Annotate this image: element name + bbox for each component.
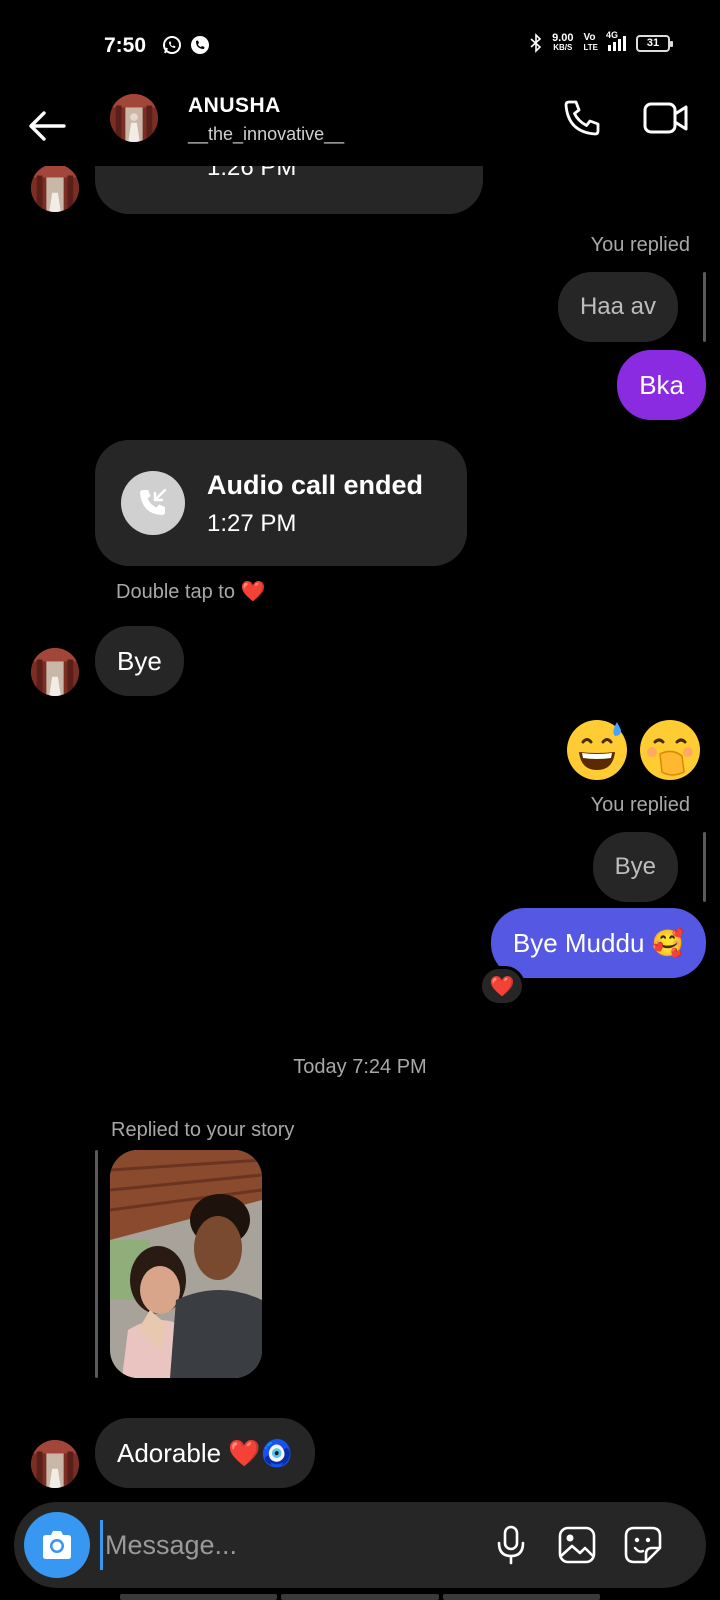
call-log-card[interactable]: 1:26 PM <box>95 166 483 214</box>
navigation-indicator <box>120 1594 600 1600</box>
call-notification-icon <box>191 36 209 54</box>
network-speed: 9.00 KB/S <box>552 32 574 53</box>
quoted-message[interactable]: Haa av <box>557 272 678 342</box>
heart-reaction[interactable]: ❤️ <box>479 966 525 1006</box>
sent-message[interactable]: Bye Muddu 🥰 <box>490 908 706 978</box>
call-title: Audio call ended <box>207 470 424 500</box>
volte-indicator: Vo LTE <box>583 32 598 53</box>
quote-bar <box>703 832 706 902</box>
back-arrow-icon[interactable] <box>26 104 70 148</box>
audio-call-icon[interactable] <box>560 96 604 140</box>
contact-name[interactable]: ANUSHA <box>188 94 281 118</box>
reply-label: You replied <box>590 234 690 256</box>
camera-icon <box>43 1531 71 1559</box>
sent-message[interactable]: Bka <box>617 350 706 420</box>
camera-button[interactable] <box>24 1512 90 1578</box>
status-time: 7:50 <box>104 34 147 57</box>
message-input[interactable] <box>100 1520 480 1570</box>
sticker-icon <box>624 1526 662 1564</box>
image-icon <box>558 1526 596 1564</box>
received-message[interactable]: Adorable ❤️🧿 <box>95 1418 316 1488</box>
timestamp-divider: Today 7:24 PM <box>293 1056 427 1078</box>
quote-bar <box>703 272 706 342</box>
chat-header: ANUSHA __the_innovative__ <box>0 90 720 166</box>
reply-label: You replied <box>590 794 690 816</box>
voice-message-button[interactable] <box>488 1522 534 1568</box>
call-time: 1:27 PM <box>207 510 297 537</box>
received-message[interactable]: Bye <box>95 626 184 696</box>
story-thumbnail[interactable] <box>110 1150 262 1378</box>
contact-username[interactable]: __the_innovative__ <box>188 124 344 145</box>
status-icons: 9.00 KB/S Vo LTE 4G 31 <box>530 30 673 53</box>
battery-icon: 31 <box>636 34 673 52</box>
quoted-message[interactable]: Bye <box>592 832 678 902</box>
signal-icon: 4G <box>606 30 626 51</box>
message-thread[interactable]: 1:26 PM You replied Haa av Bka Audio cal… <box>0 166 720 1496</box>
message-composer <box>14 1502 706 1588</box>
heart-emoji: ❤️ <box>240 581 266 603</box>
gallery-button[interactable] <box>554 1522 600 1568</box>
hand-over-mouth-emoji[interactable] <box>638 718 702 782</box>
story-reply-label: Replied to your story <box>111 1119 295 1141</box>
whatsapp-icon <box>163 36 181 54</box>
contact-avatar[interactable] <box>110 94 158 142</box>
grinning-sweat-emoji[interactable] <box>565 718 629 782</box>
bluetooth-icon <box>530 33 542 53</box>
sender-avatar[interactable] <box>31 1440 79 1488</box>
sender-avatar[interactable] <box>31 648 79 696</box>
sticker-button[interactable] <box>620 1522 666 1568</box>
call-time: 1:26 PM <box>207 166 297 181</box>
video-call-icon[interactable] <box>642 96 690 140</box>
microphone-icon <box>497 1525 525 1565</box>
double-tap-hint: Double tap to ❤️ <box>116 581 266 603</box>
story-quote-bar <box>95 1150 98 1378</box>
sender-avatar[interactable] <box>31 166 79 212</box>
status-bar: 7:50 9.00 KB/S Vo LTE 4G 31 <box>0 0 720 90</box>
missed-call-icon <box>121 471 185 535</box>
call-log-card[interactable]: Audio call ended 1:27 PM <box>95 440 467 566</box>
